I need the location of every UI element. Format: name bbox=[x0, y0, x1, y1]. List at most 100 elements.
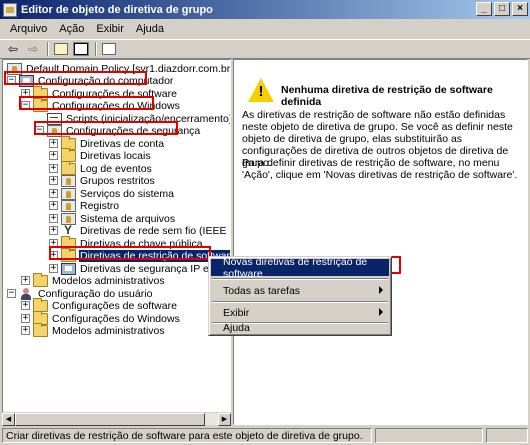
tree-label: Diretivas de chave pública bbox=[80, 237, 203, 250]
collapse-icon[interactable]: − bbox=[7, 289, 16, 298]
expand-icon[interactable]: + bbox=[49, 251, 58, 260]
ip-security-icon bbox=[61, 262, 76, 275]
tree-label: Scripts (inicialização/encerramento) bbox=[66, 112, 231, 125]
security-icon bbox=[47, 124, 62, 137]
tree-label: Diretivas de conta bbox=[80, 137, 165, 150]
tree-item-registry[interactable]: + Registro bbox=[49, 199, 120, 212]
show-hide-tree-icon[interactable] bbox=[72, 41, 90, 57]
expand-icon[interactable]: + bbox=[49, 151, 58, 160]
tree-label: Configurações de segurança bbox=[66, 124, 201, 137]
folder-icon bbox=[61, 160, 76, 175]
status-text: Criar diretivas de restrição de software… bbox=[2, 428, 372, 443]
tree-label: Default Domain Policy [svr1.diazdorr.com… bbox=[26, 62, 231, 75]
up-folder-icon[interactable] bbox=[52, 41, 70, 57]
scroll-right-icon[interactable]: ▶ bbox=[218, 413, 231, 426]
tree-label: Registro bbox=[80, 199, 120, 212]
tree-item-user-admin-templates[interactable]: + Modelos administrativos bbox=[21, 322, 166, 337]
expand-icon[interactable]: + bbox=[49, 176, 58, 185]
expand-icon[interactable]: + bbox=[49, 164, 58, 173]
expand-icon[interactable]: + bbox=[49, 239, 58, 248]
tree-label: Log de eventos bbox=[80, 162, 152, 175]
menu-item-help[interactable]: Ajuda bbox=[211, 320, 389, 335]
menu-acao[interactable]: Ação bbox=[53, 23, 90, 35]
submenu-arrow-icon bbox=[379, 286, 383, 294]
tree-pane[interactable]: Default Domain Policy [svr1.diazdorr.com… bbox=[2, 59, 231, 425]
gpo-editor-app-icon bbox=[3, 2, 17, 17]
expand-icon[interactable]: + bbox=[21, 276, 30, 285]
collapse-icon[interactable]: − bbox=[21, 101, 30, 110]
tree-label: Diretivas locais bbox=[80, 149, 151, 162]
context-menu: Novas diretivas de restrição de software… bbox=[208, 256, 392, 336]
tree-horizontal-scrollbar[interactable]: ◀ ▶ bbox=[2, 412, 231, 426]
back-arrow-icon[interactable]: ⇦ bbox=[4, 41, 22, 57]
policy-icon bbox=[7, 62, 22, 75]
tree-label: Grupos restritos bbox=[80, 174, 155, 187]
user-icon bbox=[19, 287, 34, 300]
expand-icon[interactable]: + bbox=[49, 189, 58, 198]
status-panel bbox=[375, 428, 483, 443]
tree-item-software-restriction[interactable]: + Diretivas de restrição de software bbox=[49, 247, 230, 262]
tree-label: Configuração do computador bbox=[38, 74, 174, 87]
collapse-icon[interactable]: − bbox=[7, 76, 16, 85]
expand-icon[interactable]: + bbox=[21, 314, 30, 323]
open-folder-icon bbox=[33, 97, 48, 112]
menu-separator bbox=[212, 278, 388, 280]
expand-icon[interactable]: + bbox=[49, 201, 58, 210]
computer-icon bbox=[19, 74, 34, 87]
scroll-left-icon[interactable]: ◀ bbox=[2, 413, 15, 426]
tree-label: Sistema de arquivos bbox=[80, 212, 176, 225]
close-button[interactable]: × bbox=[512, 2, 528, 16]
script-icon bbox=[47, 112, 62, 125]
help-icon[interactable] bbox=[100, 41, 118, 57]
folder-icon bbox=[61, 247, 76, 262]
status-panel bbox=[486, 428, 528, 443]
forward-arrow-icon[interactable]: ⇨ bbox=[24, 41, 42, 57]
maximize-button[interactable]: □ bbox=[494, 2, 510, 16]
warning-exclamation-icon: ! bbox=[258, 83, 264, 100]
expand-icon[interactable]: + bbox=[49, 226, 58, 235]
toolbar-separator bbox=[95, 42, 97, 56]
minimize-button[interactable]: _ bbox=[476, 2, 492, 16]
tree-label: Modelos administrativos bbox=[52, 324, 165, 337]
expand-icon[interactable]: + bbox=[49, 214, 58, 223]
toolbar-separator bbox=[47, 42, 49, 56]
toolbar: ⇦ ⇨ bbox=[0, 39, 530, 59]
tree-label: Modelos administrativos bbox=[52, 274, 165, 287]
menu-item-view[interactable]: Exibir bbox=[211, 304, 389, 321]
expand-icon[interactable]: + bbox=[49, 264, 58, 273]
collapse-icon[interactable]: − bbox=[35, 126, 44, 135]
tree-label: Configurações do Windows bbox=[52, 99, 180, 112]
tree-item-security-settings[interactable]: − Configurações de segurança bbox=[35, 124, 201, 137]
expand-icon[interactable]: + bbox=[21, 301, 30, 310]
tree-item-restricted-groups[interactable]: + Grupos restritos bbox=[49, 174, 156, 187]
tree-label: Configurações do Windows bbox=[52, 312, 180, 325]
tree-item-wireless-policies[interactable]: + Diretivas de rede sem fio (IEEE 802.11… bbox=[49, 223, 230, 237]
tree-item-windows-settings[interactable]: − Configurações do Windows bbox=[21, 97, 181, 112]
scrollbar-thumb[interactable] bbox=[15, 413, 205, 426]
window-title: Editor de objeto de diretiva de grupo bbox=[21, 3, 213, 16]
folder-icon bbox=[33, 272, 48, 287]
menu-item-label: Novas diretivas de restrição de software bbox=[223, 255, 368, 280]
expand-icon[interactable]: + bbox=[21, 89, 30, 98]
tree-label: Configurações de software bbox=[52, 299, 177, 312]
lock-folder-icon bbox=[61, 199, 76, 212]
menu-item-new-software-restriction-policies[interactable]: Novas diretivas de restrição de software bbox=[211, 256, 389, 280]
menu-exibir[interactable]: Exibir bbox=[90, 23, 130, 35]
title-bar[interactable]: Editor de objeto de diretiva de grupo _ … bbox=[0, 0, 530, 19]
expand-icon[interactable]: + bbox=[21, 326, 30, 335]
menu-separator bbox=[212, 301, 388, 303]
menu-arquivo[interactable]: Arquivo bbox=[4, 23, 53, 35]
folder-icon bbox=[33, 322, 48, 337]
expand-icon[interactable]: + bbox=[49, 139, 58, 148]
lock-folder-icon bbox=[61, 174, 76, 187]
submenu-arrow-icon bbox=[379, 308, 383, 316]
details-heading: Nenhuma diretiva de restrição de softwar… bbox=[281, 84, 493, 108]
tree-item-admin-templates[interactable]: + Modelos administrativos bbox=[21, 272, 166, 287]
menu-ajuda[interactable]: Ajuda bbox=[130, 23, 170, 35]
tree-label: Serviços do sistema bbox=[80, 187, 174, 200]
tree-label: Configuração do usuário bbox=[38, 287, 153, 300]
tree-item-user-software[interactable]: + Configurações de software bbox=[21, 297, 178, 312]
menu-item-label: Exibir bbox=[223, 306, 250, 319]
tree-label: Diretivas de rede sem fio (IEEE 802.11) bbox=[80, 224, 230, 237]
menu-item-all-tasks[interactable]: Todas as tarefas bbox=[211, 282, 389, 299]
